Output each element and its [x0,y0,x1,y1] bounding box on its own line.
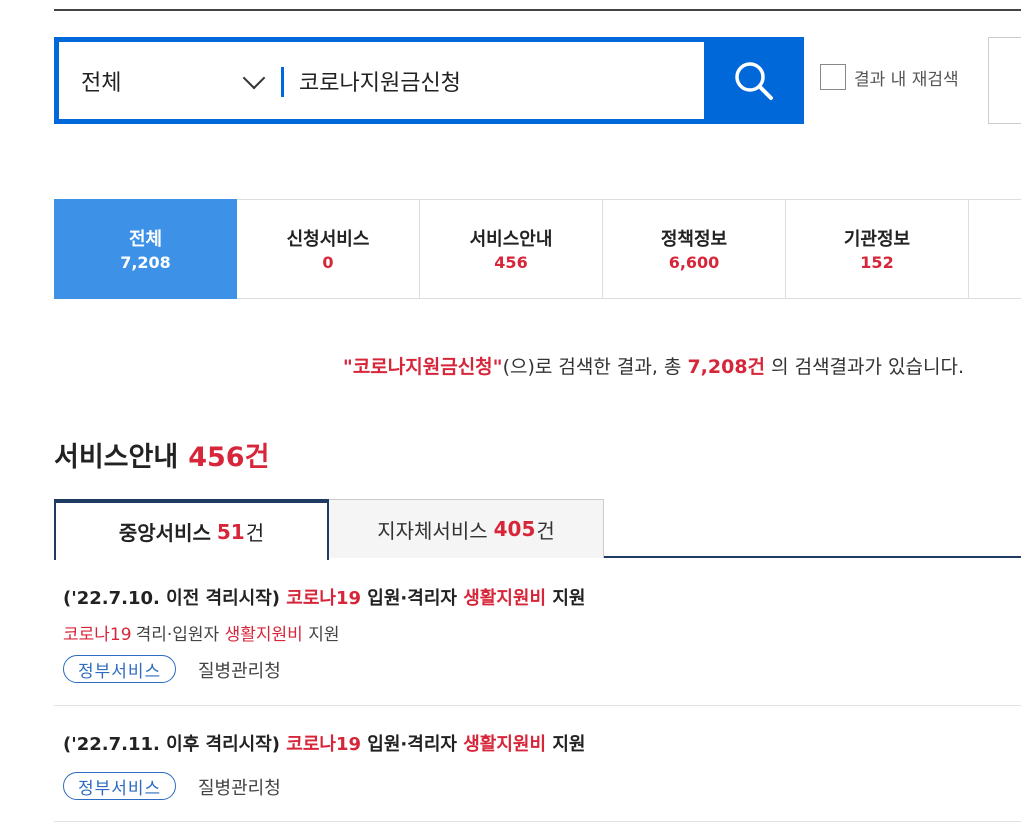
tab-local-services[interactable]: 지자체서비스 405 건 [328,499,604,558]
section-title-text: 서비스안내 [54,442,179,473]
tab-agency-info[interactable]: 기관정보 152 [786,199,969,299]
title-middle: 입원·격리자 [367,588,457,609]
list-item: ('22.7.11. 이후 격리시작) 코로나19 입원·격리자 생활지원비 지… [54,706,1021,822]
category-badge: 정부서비스 [63,772,177,800]
tab-service-guide[interactable]: 서비스안내 456 [420,199,603,299]
research-within-toggle[interactable]: 결과 내 재검색 [820,64,959,90]
subtab-label: 중앙서비스 [118,521,211,545]
category-tabs: 전체 7,208 신청서비스 0 서비스안내 456 정책정보 6,600 기관… [54,199,1021,299]
subtab-label: 지자체서비스 [377,518,488,543]
search-input[interactable] [299,42,699,119]
tab-count: 0 [322,253,334,272]
result-title-link[interactable]: ('22.7.10. 이전 격리시작) 코로나19 입원·격리자 생활지원비 지… [63,584,585,610]
title-highlight: 생활지원비 [463,734,547,755]
title-middle: 입원·격리자 [367,734,457,755]
search-summary: "코로나지원금신청"(으)로 검색한 결과, 총 7,208건 의 검색결과가 … [343,352,964,379]
desc-middle: 격리·입원자 [135,625,220,645]
summary-total: 7,208건 [687,356,766,378]
tab-label: 기관정보 [843,229,911,250]
title-suffix: 지원 [552,588,586,609]
tab-application-services[interactable]: 신청서비스 0 [237,199,420,299]
section-title: 서비스안내 456건 [54,435,269,474]
tab-count: 7,208 [120,253,171,272]
summary-text-2: 의 검색결과가 있습니다. [771,356,964,378]
search-icon [735,61,773,100]
section-count: 456건 [188,442,270,473]
tab-policy-info[interactable]: 정책정보 6,600 [603,199,786,299]
title-suffix: 지원 [552,734,586,755]
title-prefix: ('22.7.11. 이후 격리시작) [63,734,280,755]
title-highlight: 코로나19 [286,588,362,609]
result-description: 코로나19 격리·입원자 생활지원비 지원 [63,620,339,645]
tab-label: 서비스안내 [469,229,553,250]
subtab-unit: 건 [245,521,265,545]
tab-label: 정책정보 [660,229,728,250]
tab-label: 신청서비스 [286,229,370,250]
subtab-count: 405 [493,517,536,541]
desc-highlight: 코로나19 [63,625,132,645]
desc-suffix: 지원 [308,625,340,645]
search-scope-select[interactable]: 전체 [81,42,266,119]
title-highlight: 코로나19 [286,734,362,755]
title-prefix: ('22.7.10. 이전 격리시작) [63,588,280,609]
top-divider [54,9,1021,11]
search-box: 전체 [54,37,704,124]
agency-name: 질병관리청 [198,661,281,682]
summary-text-1: (으)로 검색한 결과, 총 [502,356,682,378]
subtab-unit: 건 [536,518,555,543]
agency-name: 질병관리청 [198,778,281,799]
filter-box-partial[interactable] [988,37,1021,124]
subtab-count: 51 [216,519,245,544]
search-scope-value: 전체 [81,70,122,96]
title-highlight: 생활지원비 [463,588,547,609]
desc-highlight: 생활지원비 [224,625,303,645]
category-badge: 정부서비스 [63,655,177,683]
tab-label: 전체 [128,229,163,250]
tab-count: 6,600 [668,253,720,272]
tab-count: 152 [860,253,894,272]
text-cursor [281,67,284,97]
tab-central-services[interactable]: 중앙서비스 51 건 [54,499,329,560]
summary-keyword: "코로나지원금신청" [342,356,503,378]
result-title-link[interactable]: ('22.7.11. 이후 격리시작) 코로나19 입원·격리자 생활지원비 지… [63,730,585,756]
tab-count: 456 [494,253,528,272]
chevron-down-icon [242,66,266,90]
research-checkbox[interactable] [820,64,846,90]
search-button[interactable] [704,37,804,124]
tab-all[interactable]: 전체 7,208 [54,199,237,299]
research-label: 결과 내 재검색 [854,69,959,90]
list-item: ('22.7.10. 이전 격리시작) 코로나19 입원·격리자 생활지원비 지… [54,560,1021,706]
